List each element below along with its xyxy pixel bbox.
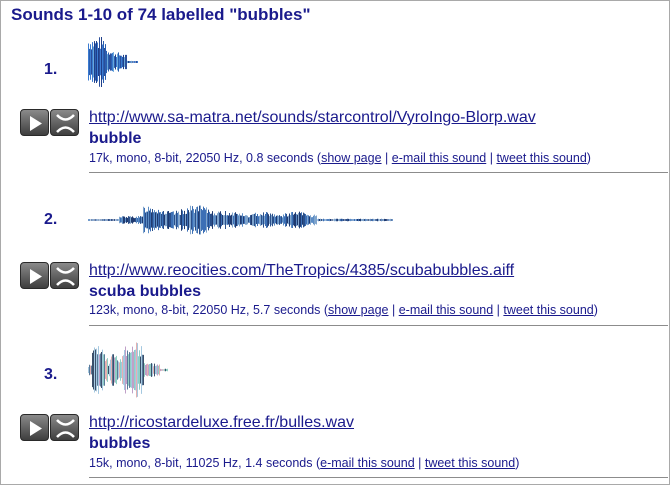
waveform-image[interactable] — [88, 340, 168, 400]
play-icon — [30, 269, 42, 284]
show-page-link[interactable]: show page — [328, 303, 388, 317]
email-sound-link[interactable]: e-mail this sound — [320, 456, 415, 470]
sound-meta-suffix: ) — [593, 303, 598, 317]
loop-button[interactable] — [50, 414, 79, 441]
player-controls — [20, 262, 80, 289]
sound-meta-info: 15k, mono, 8-bit, 11025 Hz, 1.4 seconds … — [89, 456, 321, 470]
player-controls — [20, 109, 80, 136]
sound-meta: 123k, mono, 8-bit, 22050 Hz, 5.7 seconds… — [89, 303, 598, 317]
page-title: Sounds 1-10 of 74 labelled "bubbles" — [11, 5, 311, 24]
sound-meta: 15k, mono, 8-bit, 11025 Hz, 1.4 seconds … — [89, 456, 520, 470]
play-button[interactable] — [20, 262, 49, 289]
play-button[interactable] — [20, 414, 49, 441]
result-divider — [89, 477, 668, 478]
loop-button[interactable] — [50, 262, 79, 289]
sound-meta-suffix: ) — [586, 151, 591, 165]
result-divider — [89, 325, 668, 326]
tweet-sound-link[interactable]: tweet this sound — [503, 303, 593, 317]
result-number: 3. — [44, 366, 58, 383]
sound-url-link[interactable]: http://www.reocities.com/TheTropics/4385… — [89, 262, 514, 280]
tweet-sound-link[interactable]: tweet this sound — [425, 456, 515, 470]
sound-meta-info: 17k, mono, 8-bit, 22050 Hz, 0.8 seconds … — [89, 151, 322, 165]
waveform-image[interactable] — [88, 203, 393, 237]
sound-url-link[interactable]: http://ricostardeluxe.free.fr/bulles.wav — [89, 414, 354, 432]
email-sound-link[interactable]: e-mail this sound — [392, 151, 487, 165]
sound-meta-info: 123k, mono, 8-bit, 22050 Hz, 5.7 seconds… — [89, 303, 329, 317]
result-number: 2. — [44, 211, 58, 228]
loop-button[interactable] — [50, 109, 79, 136]
email-sound-link[interactable]: e-mail this sound — [399, 303, 494, 317]
result-divider — [89, 172, 668, 173]
player-controls — [20, 414, 80, 441]
sound-title: bubble — [89, 130, 142, 147]
play-icon — [30, 421, 42, 436]
waveform-image[interactable] — [88, 34, 138, 90]
play-icon — [30, 116, 42, 131]
tweet-sound-link[interactable]: tweet this sound — [496, 151, 586, 165]
loop-icon — [56, 114, 75, 133]
sound-meta-suffix: ) — [515, 456, 520, 470]
loop-icon — [56, 267, 75, 286]
play-button[interactable] — [20, 109, 49, 136]
sound-meta: 17k, mono, 8-bit, 22050 Hz, 0.8 seconds … — [89, 151, 591, 165]
show-page-link[interactable]: show page — [321, 151, 381, 165]
sound-url-link[interactable]: http://www.sa-matra.net/sounds/starcontr… — [89, 109, 536, 127]
result-number: 1. — [44, 61, 58, 78]
loop-icon — [56, 419, 75, 438]
sound-title: scuba bubbles — [89, 283, 202, 300]
sound-title: bubbles — [89, 435, 151, 452]
